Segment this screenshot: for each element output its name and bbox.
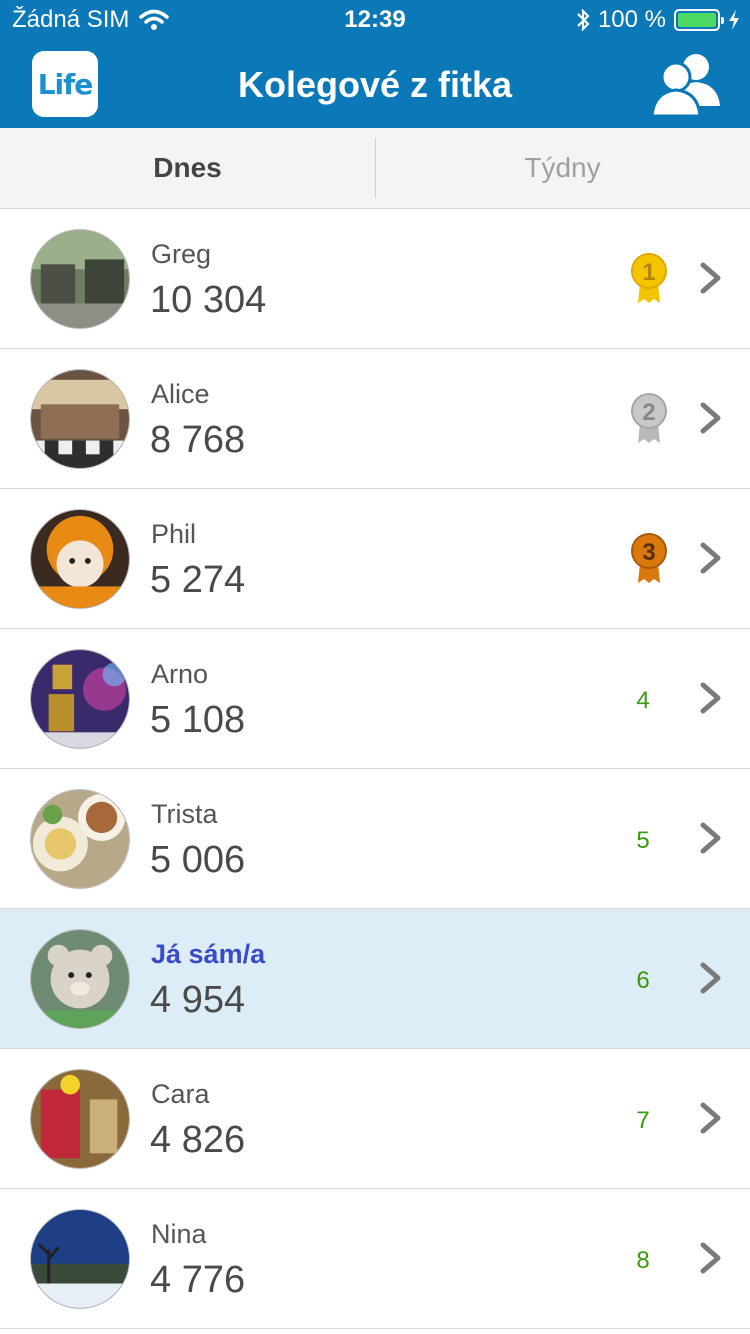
rank-number: 5	[636, 827, 650, 854]
leaderboard-row[interactable]: Greg 10 304 1	[0, 209, 750, 349]
page-title: Kolegové z fitka	[237, 64, 513, 105]
avatar	[30, 649, 130, 749]
chevron-right-icon	[700, 262, 721, 294]
tab-weeks[interactable]: Týdny	[375, 128, 750, 208]
user-name: Alice	[151, 379, 210, 409]
user-name: Nina	[151, 1219, 207, 1249]
chevron-right-icon	[700, 542, 721, 574]
chevron-right-icon	[700, 402, 721, 434]
rank-number: 4	[636, 687, 650, 714]
leaderboard-row[interactable]: Nina 4 776 8	[0, 1189, 750, 1329]
status-bar: Žádná SIM 12:39 100 %	[0, 0, 750, 40]
avatar	[30, 929, 130, 1029]
medal-rank: 1	[642, 259, 655, 286]
charging-icon	[729, 10, 739, 30]
avatar	[30, 369, 130, 469]
user-name: Arno	[151, 659, 209, 689]
user-name: Trista	[151, 799, 218, 829]
avatar	[30, 789, 130, 889]
leaderboard-row[interactable]: Trista 5 006 5	[0, 769, 750, 909]
leaderboard-row-me[interactable]: Já sám/a 4 954 6	[0, 909, 750, 1049]
status-bar-right: 100 %	[576, 6, 740, 34]
leaderboard-list: Greg 10 304 1 Alice 8 768 2 Phil 5 274 3…	[0, 209, 750, 1329]
friends-icon[interactable]	[650, 50, 720, 118]
chevron-right-icon	[700, 682, 721, 714]
step-count: 5 274	[150, 559, 246, 601]
silver-medal-icon: 2	[631, 393, 667, 443]
medal-rank: 3	[642, 539, 655, 566]
leaderboard-row[interactable]: Phil 5 274 3	[0, 489, 750, 629]
medal-rank: 2	[642, 399, 655, 426]
step-count: 5 108	[150, 699, 246, 741]
navigation-bar: Life Kolegové z fitka	[0, 40, 750, 128]
battery-percent: 100 %	[597, 6, 666, 33]
step-count: 4 954	[150, 979, 246, 1021]
leaderboard-row[interactable]: Arno 5 108 4	[0, 629, 750, 769]
chevron-right-icon	[700, 822, 721, 854]
step-count: 10 304	[150, 279, 267, 321]
chevron-right-icon	[700, 1102, 721, 1134]
chevron-right-icon	[700, 962, 721, 994]
battery-icon	[674, 9, 724, 31]
rank-number: 8	[636, 1247, 650, 1274]
leaderboard-row[interactable]: Cara 4 826 7	[0, 1049, 750, 1189]
user-name: Cara	[151, 1079, 210, 1109]
user-name: Greg	[151, 239, 212, 269]
tab-divider	[375, 138, 376, 198]
step-count: 8 768	[150, 419, 246, 461]
avatar	[30, 509, 130, 609]
step-count: 4 776	[150, 1259, 246, 1301]
bronze-medal-icon: 3	[631, 533, 667, 583]
avatar	[30, 1209, 130, 1309]
rank-number: 7	[636, 1107, 650, 1134]
tab-today[interactable]: Dnes	[0, 128, 375, 208]
user-name: Já sám/a	[151, 939, 266, 969]
rank-number: 6	[636, 967, 650, 994]
step-count: 4 826	[150, 1119, 246, 1161]
avatar	[30, 1069, 130, 1169]
bluetooth-icon	[577, 8, 590, 32]
period-tabs: Dnes Týdny	[0, 128, 750, 209]
avatar	[30, 229, 130, 329]
user-name: Phil	[151, 519, 197, 549]
leaderboard-row[interactable]: Alice 8 768 2	[0, 349, 750, 489]
chevron-right-icon	[700, 1242, 721, 1274]
gold-medal-icon: 1	[631, 253, 667, 303]
step-count: 5 006	[150, 839, 246, 881]
